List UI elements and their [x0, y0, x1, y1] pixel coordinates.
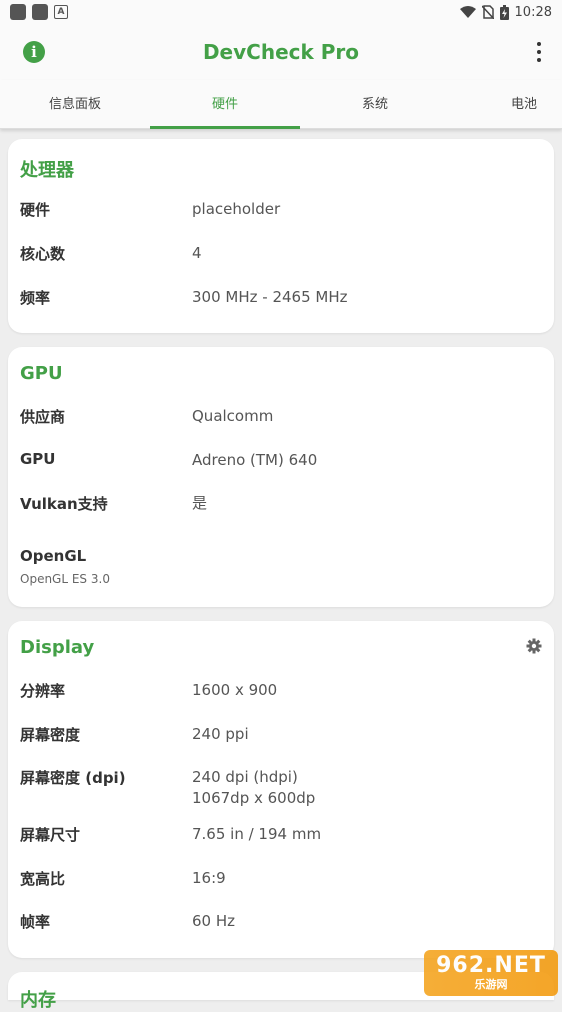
row-value: 7.65 in / 194 mm: [192, 825, 322, 843]
row-label: 硬件: [20, 201, 51, 219]
row-value: 4: [192, 244, 202, 262]
tab-hardware[interactable]: 硬件: [150, 80, 300, 128]
row-value: 16:9: [192, 869, 226, 887]
card-title: Display: [20, 637, 95, 658]
row-label: 屏幕尺寸: [20, 826, 81, 844]
row-label: 供应商: [20, 408, 66, 426]
row-value: 240 ppi: [192, 725, 249, 743]
app-bar: i DevCheck Pro: [0, 24, 562, 80]
more-options-icon[interactable]: [536, 42, 542, 62]
row-label: Vulkan支持: [20, 495, 108, 513]
gpu-card: GPU 供应商 Qualcomm GPU Adreno (TM) 640 Vul…: [8, 347, 554, 607]
gear-icon[interactable]: [526, 638, 542, 654]
row-label: 帧率: [20, 913, 51, 931]
status-time: 10:28: [514, 4, 552, 20]
tab-dashboard[interactable]: 信息面板: [0, 80, 150, 128]
status-bar: A 10:28: [0, 0, 562, 24]
card-title: 处理器: [20, 160, 74, 181]
row-label: 屏幕密度 (dpi): [20, 769, 126, 787]
row-label: 核心数: [20, 245, 66, 263]
card-title: 内存: [20, 990, 56, 1011]
card-title: GPU: [20, 363, 63, 384]
tab-system[interactable]: 系统: [300, 80, 450, 128]
notification-icon: [10, 4, 26, 20]
row-value: 60 Hz: [192, 912, 236, 930]
row-label: 分辨率: [20, 682, 66, 700]
tab-indicator: [150, 126, 300, 129]
processor-card: 处理器 硬件 placeholder 核心数 4 频率 300 MHz - 24…: [8, 139, 554, 333]
row-label: 频率: [20, 289, 51, 307]
opengl-label: OpenGL: [20, 547, 87, 565]
row-value: 300 MHz - 2465 MHz: [192, 288, 348, 306]
row-value: Adreno (TM) 640: [192, 451, 318, 469]
battery-charging-icon: [499, 4, 509, 20]
notification-a-icon: A: [54, 5, 68, 19]
opengl-version: OpenGL ES 3.0: [20, 572, 110, 586]
row-value-secondary: 1067dp x 600dp: [192, 789, 316, 807]
row-value: 1600 x 900: [192, 681, 278, 699]
row-label: 宽高比: [20, 870, 66, 888]
app-title: DevCheck Pro: [202, 40, 360, 64]
row-value: 240 dpi (hdpi): [192, 768, 298, 786]
no-sim-icon: [481, 5, 494, 19]
row-label: 屏幕密度: [20, 726, 81, 744]
watermark-logo: 962.NET 乐游网: [424, 950, 558, 996]
display-card: Display 分辨率 1600 x 900 屏幕密度 240 ppi 屏幕密度…: [8, 621, 554, 958]
tab-bar: 信息面板 硬件 系统 电池: [0, 80, 562, 129]
row-value: Qualcomm: [192, 407, 274, 425]
row-value: placeholder: [192, 200, 281, 218]
wifi-icon: [459, 5, 476, 18]
notification-icon: [32, 4, 48, 20]
tab-battery[interactable]: 电池: [449, 80, 562, 128]
row-label: GPU: [20, 450, 56, 468]
row-value: 是: [192, 494, 208, 512]
